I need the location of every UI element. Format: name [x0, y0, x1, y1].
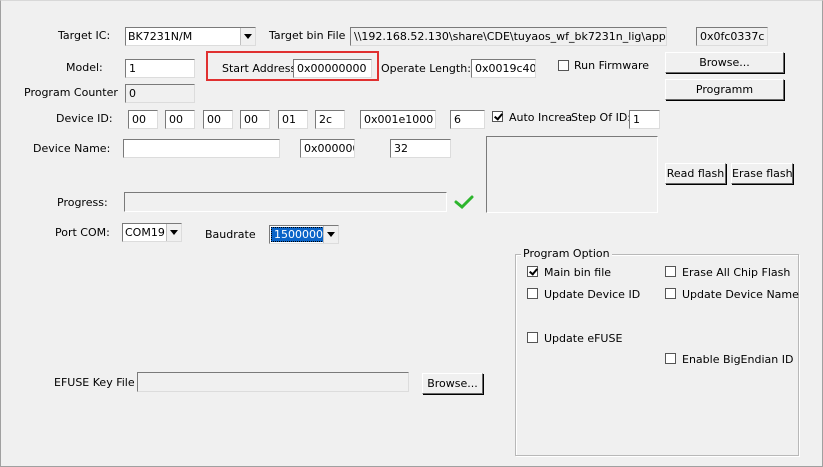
- erase-flash-button[interactable]: Erase flash: [731, 163, 793, 184]
- program-counter-label: Program Counter: [24, 86, 118, 99]
- enable-bigendian-id-checkbox[interactable]: [665, 353, 676, 364]
- device-id-label: Device ID:: [56, 112, 113, 125]
- device-name-num-field[interactable]: 32: [390, 139, 451, 158]
- port-com-label: Port COM:: [55, 226, 110, 239]
- erase-all-chip-flash-label: Erase All Chip Flash: [682, 266, 791, 279]
- auto-increase-label: Auto Increa: [509, 111, 573, 124]
- erase-all-chip-flash-checkbox[interactable]: [665, 266, 676, 277]
- port-com-value: COM19: [125, 226, 165, 239]
- device-id-hex-field[interactable]: 0x001e1000: [360, 110, 436, 129]
- enable-bigendian-id-label: Enable BigEndian ID: [682, 353, 794, 366]
- programm-button[interactable]: Programm: [665, 79, 784, 100]
- program-counter-field: 0: [125, 84, 195, 103]
- auto-increase-checkbox[interactable]: [492, 111, 503, 122]
- baudrate-select[interactable]: 1500000: [269, 225, 339, 244]
- operate-length-field[interactable]: 0x0019c400: [471, 59, 536, 78]
- progress-label: Progress:: [57, 196, 108, 209]
- start-address-field[interactable]: 0x00000000: [293, 59, 372, 78]
- read-flash-button[interactable]: Read flash: [665, 163, 726, 184]
- target-ic-label: Target IC:: [58, 29, 111, 42]
- baudrate-label: Baudrate: [205, 228, 256, 241]
- update-efuse-checkbox[interactable]: [527, 332, 538, 343]
- update-device-id-checkbox[interactable]: [527, 288, 538, 299]
- efuse-key-file-label: EFUSE Key File: [54, 376, 135, 389]
- efuse-key-file-field[interactable]: [137, 372, 409, 392]
- model-field[interactable]: 1: [125, 59, 195, 78]
- main-bin-file-checkbox[interactable]: [527, 266, 538, 277]
- device-id-byte-4[interactable]: 00: [240, 110, 270, 129]
- browse-button[interactable]: Browse...: [665, 52, 784, 73]
- device-name-label: Device Name:: [33, 142, 111, 155]
- target-ic-select[interactable]: BK7231N/M: [125, 27, 256, 46]
- target-ic-value: BK7231N/M: [128, 30, 193, 43]
- step-of-id-field[interactable]: 1: [629, 110, 660, 129]
- target-bin-file-label: Target bin File: [269, 29, 346, 42]
- device-id-byte-1[interactable]: 00: [128, 110, 158, 129]
- device-id-byte-6[interactable]: 2c: [315, 110, 345, 129]
- bin-path-field[interactable]: \\192.168.52.130\share\CDE\tuyaos_wf_bk7…: [350, 27, 667, 46]
- operate-length-label: Operate Length:: [381, 62, 471, 75]
- update-device-name-checkbox[interactable]: [665, 288, 676, 299]
- chevron-down-icon[interactable]: [240, 28, 255, 45]
- device-id-byte-5[interactable]: 01: [278, 110, 308, 129]
- baudrate-value: 1500000: [271, 227, 326, 242]
- device-id-byte-2[interactable]: 00: [165, 110, 195, 129]
- run-firmware-label: Run Firmware: [574, 59, 650, 72]
- device-id-num-field[interactable]: 6: [450, 110, 485, 129]
- port-com-select[interactable]: COM19: [122, 223, 182, 242]
- browse-efuse-button[interactable]: Browse...: [422, 373, 483, 394]
- model-label: Model:: [66, 61, 103, 74]
- device-name-hex-field[interactable]: 0x000000: [300, 139, 355, 158]
- update-device-id-label: Update Device ID: [544, 288, 641, 301]
- update-efuse-label: Update eFUSE: [544, 332, 623, 345]
- device-id-byte-3[interactable]: 00: [203, 110, 233, 129]
- main-bin-file-label: Main bin file: [544, 266, 612, 279]
- step-of-id-label: Step Of ID:: [571, 111, 631, 124]
- device-name-field[interactable]: [123, 139, 280, 158]
- start-address-label: Start Address:: [222, 62, 300, 75]
- program-option-title: Program Option: [521, 247, 612, 261]
- run-firmware-checkbox[interactable]: [558, 60, 569, 71]
- flash-tool-window: Target IC: BK7231N/M Target bin File \\1…: [0, 0, 823, 467]
- progress-bar: [124, 192, 447, 212]
- check-icon: [453, 193, 475, 214]
- log-panel: [486, 136, 658, 213]
- checksum-field: 0x0fc0337c: [696, 27, 768, 46]
- chevron-down-icon[interactable]: [166, 224, 181, 241]
- update-device-name-label: Update Device Name: [682, 288, 799, 301]
- chevron-down-icon[interactable]: [323, 226, 338, 243]
